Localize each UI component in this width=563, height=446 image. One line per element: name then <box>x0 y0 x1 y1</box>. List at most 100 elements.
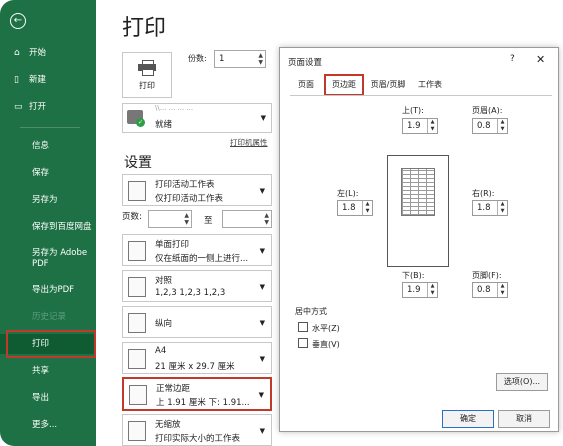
close-icon[interactable]: ✕ <box>536 53 545 66</box>
spin-down-icon[interactable]: ▼ <box>497 290 507 297</box>
chevron-down-icon: ▼ <box>259 427 265 435</box>
sidebar-item-share[interactable]: 共享 <box>0 361 96 381</box>
footer-margin-label: 页脚(F): <box>472 271 502 280</box>
home-icon: ⌂ <box>14 48 20 58</box>
spin-up-icon[interactable]: ▲ <box>362 201 372 208</box>
bottom-margin-label: 下(B): <box>402 271 425 280</box>
portrait-icon <box>128 313 146 333</box>
pages-range: 页数: <box>122 210 142 222</box>
scaling-select[interactable]: 无缩放 打印实际大小的工作表 ▼ <box>122 414 272 446</box>
spin-up-icon[interactable]: ▲ <box>497 283 507 290</box>
page-title: 打印 <box>122 16 167 41</box>
tab-divider <box>290 95 552 96</box>
pages-to-input[interactable]: ▲ ▼ <box>222 210 272 228</box>
cancel-button[interactable]: 取消 <box>498 410 550 428</box>
printer-select[interactable]: ✓ \\... ... ... ... 就绪 ▼ <box>122 103 272 133</box>
spin-down-icon[interactable]: ▼ <box>497 208 507 215</box>
tab-sheet[interactable]: 工作表 <box>412 76 448 94</box>
spin-down-icon[interactable]: ▼ <box>497 126 507 133</box>
excel-backstage: ← ⌂ 开始 ▯ 新建 ▭ 打开 信息 保存 另存为 保存到百度网盘 另存为 Adob… <box>0 0 563 446</box>
paper-size-select[interactable]: A4 21 厘米 x 29.7 厘米 ▼ <box>122 342 272 374</box>
header-margin-input[interactable]: 0.8 ▲ ▼ <box>472 118 508 134</box>
top-margin-input[interactable]: 1.9 ▲ ▼ <box>402 118 438 134</box>
sidebar-item-save[interactable]: 保存 <box>0 163 96 183</box>
tab-header-footer[interactable]: 页眉/页脚 <box>366 76 410 94</box>
left-margin-label: 左(L): <box>337 189 359 198</box>
sidebar-item-export-pdf[interactable]: 导出为PDF <box>0 280 96 300</box>
preview-table <box>401 168 435 216</box>
chevron-down-icon: ▼ <box>259 319 265 327</box>
tab-margins[interactable]: 页边距 <box>324 74 364 96</box>
settings-title: 设置 <box>124 155 152 171</box>
checkbox-icon <box>298 338 308 348</box>
tab-page[interactable]: 页面 <box>290 76 322 94</box>
sides-select[interactable]: 单面打印 仅在纸面的一侧上进行... ▼ <box>122 234 272 266</box>
right-margin-input[interactable]: 1.8 ▲ ▼ <box>472 200 508 216</box>
left-margin-input[interactable]: 1.8 ▲ ▼ <box>337 200 373 216</box>
margin-preview <box>387 155 449 267</box>
sidebar-divider <box>20 127 80 128</box>
chevron-down-icon: ▼ <box>259 283 265 291</box>
sidebar-item-home[interactable]: ⌂ 开始 <box>0 43 96 63</box>
sidebar-item-export[interactable]: 导出 <box>0 388 96 408</box>
chevron-down-icon: ▼ <box>259 187 265 195</box>
printer-icon <box>138 60 156 76</box>
center-on-page-title: 居中方式 <box>295 307 327 316</box>
spin-up-icon[interactable]: ▲ <box>427 119 437 126</box>
stepper-arrows-icon[interactable]: ▲ ▼ <box>258 52 263 66</box>
margins-icon <box>129 385 147 405</box>
footer-margin-input[interactable]: 0.8 ▲ ▼ <box>472 282 508 298</box>
spin-up-icon[interactable]: ▲ <box>427 283 437 290</box>
open-folder-icon: ▭ <box>14 102 23 112</box>
sidebar-item-save-as[interactable]: 另存为 <box>0 190 96 210</box>
new-file-icon: ▯ <box>14 75 19 85</box>
pages-from-input[interactable]: ▲ ▼ <box>148 210 192 228</box>
spin-down-icon[interactable]: ▼ <box>427 126 437 133</box>
spin-up-icon[interactable]: ▲ <box>497 201 507 208</box>
print-button[interactable]: 打印 <box>122 52 172 98</box>
sidebar-item-history[interactable]: 历史记录 <box>0 307 96 327</box>
printer-name: \\... ... ... ... <box>155 104 194 112</box>
ok-button[interactable]: 确定 <box>442 410 494 428</box>
chevron-down-icon: ▼ <box>259 247 265 255</box>
checkbox-icon <box>298 322 308 332</box>
print-button-label: 打印 <box>139 81 155 90</box>
collate-select[interactable]: 对照 1,2,3 1,2,3 1,2,3 ▼ <box>122 270 272 302</box>
single-sided-icon <box>128 241 146 261</box>
chevron-down-icon: ▼ <box>259 355 265 363</box>
print-highlight-box <box>6 330 96 358</box>
printer-properties-link[interactable]: 打印机属性 <box>230 137 268 148</box>
bottom-margin-input[interactable]: 1.9 ▲ ▼ <box>402 282 438 298</box>
sidebar-item-more[interactable]: 更多... <box>0 415 96 435</box>
paper-icon <box>128 349 146 369</box>
spin-up-icon[interactable]: ▲ <box>497 119 507 126</box>
right-margin-label: 右(R): <box>472 189 495 198</box>
sidebar-item-save-adobe-pdf[interactable]: 另存为 Adobe PDF <box>0 244 96 274</box>
copies-value: 1 <box>219 54 225 64</box>
margins-select[interactable]: 正常边距 上 1.91 厘米 下: 1.91... ▼ <box>122 377 272 411</box>
spin-down-icon[interactable]: ▼ <box>362 208 372 215</box>
sidebar-item-open[interactable]: ▭ 打开 <box>0 97 96 117</box>
orientation-select[interactable]: 纵向 ▼ <box>122 306 272 338</box>
sidebar-item-save-baidu[interactable]: 保存到百度网盘 <box>0 217 96 237</box>
pages-label: 页数: <box>122 212 142 222</box>
collate-icon <box>128 277 146 297</box>
sidebar-item-info[interactable]: 信息 <box>0 136 96 156</box>
scaling-icon <box>128 421 146 441</box>
dialog-title: 页面设置 <box>288 58 323 68</box>
center-vertical-checkbox[interactable]: 垂直(V) <box>298 338 340 350</box>
options-button[interactable]: 选项(O)... <box>496 373 548 391</box>
spin-down-icon[interactable]: ▼ <box>427 290 437 297</box>
worksheet-icon <box>128 181 146 201</box>
back-arrow-icon[interactable]: ← <box>10 13 26 29</box>
printer-status: 就绪 <box>155 120 173 130</box>
print-pane: 打印 打印 份数: 1 ▲ ▼ ✓ \\... ... ... ... 就绪 ▼ … <box>96 0 286 446</box>
print-what-select[interactable]: 打印活动工作表 仅打印活动工作表 ▼ <box>122 174 272 206</box>
sidebar-item-new[interactable]: ▯ 新建 <box>0 70 96 90</box>
center-horizontal-checkbox[interactable]: 水平(Z) <box>298 322 340 334</box>
copies-stepper[interactable]: 1 ▲ ▼ <box>214 50 266 68</box>
top-margin-label: 上(T): <box>402 106 424 115</box>
chevron-down-icon: ▼ <box>260 114 266 122</box>
help-icon[interactable]: ? <box>510 54 515 64</box>
copies-label: 份数: <box>188 54 207 63</box>
